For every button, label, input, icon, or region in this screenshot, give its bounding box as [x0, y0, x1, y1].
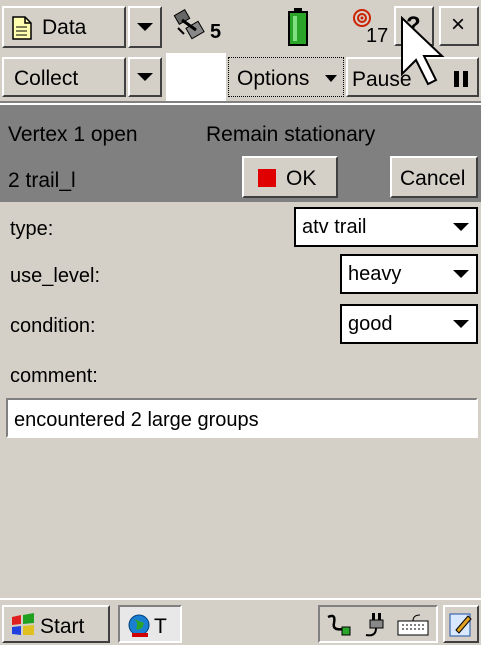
attribute-form: type: atv trail use_level: heavy conditi… [0, 202, 481, 598]
stop-square-icon [258, 169, 276, 187]
chevron-down-icon [137, 73, 153, 81]
use-level-select[interactable]: heavy [340, 254, 478, 294]
pencil-note-icon [448, 610, 474, 638]
windows-flag-icon [10, 613, 36, 637]
pause-icon-bar-right [463, 71, 468, 87]
chevron-down-icon [446, 306, 476, 342]
chevron-down-icon [446, 256, 476, 292]
status-panel: Vertex 1 open Remain stationary 2 trail_… [0, 105, 481, 202]
gps-count: 17 [366, 25, 389, 47]
comment-label: comment: [10, 365, 98, 387]
close-icon: × [451, 11, 466, 38]
app-globe-icon [126, 611, 154, 639]
cancel-label: Cancel [400, 167, 466, 190]
type-value: atv trail [302, 216, 367, 238]
document-icon [12, 16, 32, 40]
cancel-button[interactable]: Cancel [390, 156, 478, 198]
remain-stationary-text: Remain stationary [206, 123, 376, 146]
mouse-pointer-icon [400, 15, 446, 88]
taskbar: Start T [0, 598, 481, 645]
data-menu-button[interactable]: Data [2, 6, 126, 48]
vertex-status: Vertex 1 open [8, 123, 138, 146]
satellite-count: 5 [210, 21, 222, 43]
type-select[interactable]: atv trail [294, 207, 478, 247]
chevron-down-icon [137, 23, 153, 31]
keyboard-icon[interactable] [396, 611, 430, 639]
satellite-icon[interactable] [172, 8, 208, 44]
battery-icon[interactable] [288, 8, 308, 46]
condition-value: good [348, 313, 393, 335]
comment-field[interactable]: encountered 2 large groups [6, 398, 478, 438]
toolbar-spacer [166, 53, 226, 101]
condition-label: condition: [10, 315, 96, 337]
start-label: Start [40, 615, 85, 638]
use-level-label: use_level: [10, 265, 101, 287]
options-button[interactable]: Options [228, 57, 344, 97]
system-tray [318, 605, 438, 643]
task-button[interactable]: T [118, 605, 182, 643]
collect-menu-button[interactable]: Collect [2, 57, 126, 97]
ok-button[interactable]: OK [242, 156, 338, 198]
pause-icon-bar-left [454, 71, 459, 87]
data-menu-dropdown-button[interactable] [128, 6, 162, 48]
start-button[interactable]: Start [2, 605, 110, 643]
task-label: T [154, 615, 167, 638]
ok-label: OK [286, 167, 317, 190]
feature-name: 2 trail_l [8, 169, 76, 192]
chevron-down-icon [446, 209, 476, 245]
condition-select[interactable]: good [340, 304, 478, 344]
type-label: type: [10, 218, 54, 240]
collect-dropdown-button[interactable] [128, 57, 162, 97]
collect-menu-label: Collect [14, 67, 79, 90]
input-panel-button[interactable] [443, 605, 479, 643]
comment-value: encountered 2 large groups [14, 409, 259, 431]
connection-icon[interactable] [324, 611, 354, 639]
options-arrow-icon [325, 75, 337, 82]
use-level-value: heavy [348, 263, 402, 285]
options-label: Options [237, 67, 310, 90]
power-plug-icon[interactable] [360, 611, 390, 639]
data-menu-label: Data [42, 16, 87, 39]
